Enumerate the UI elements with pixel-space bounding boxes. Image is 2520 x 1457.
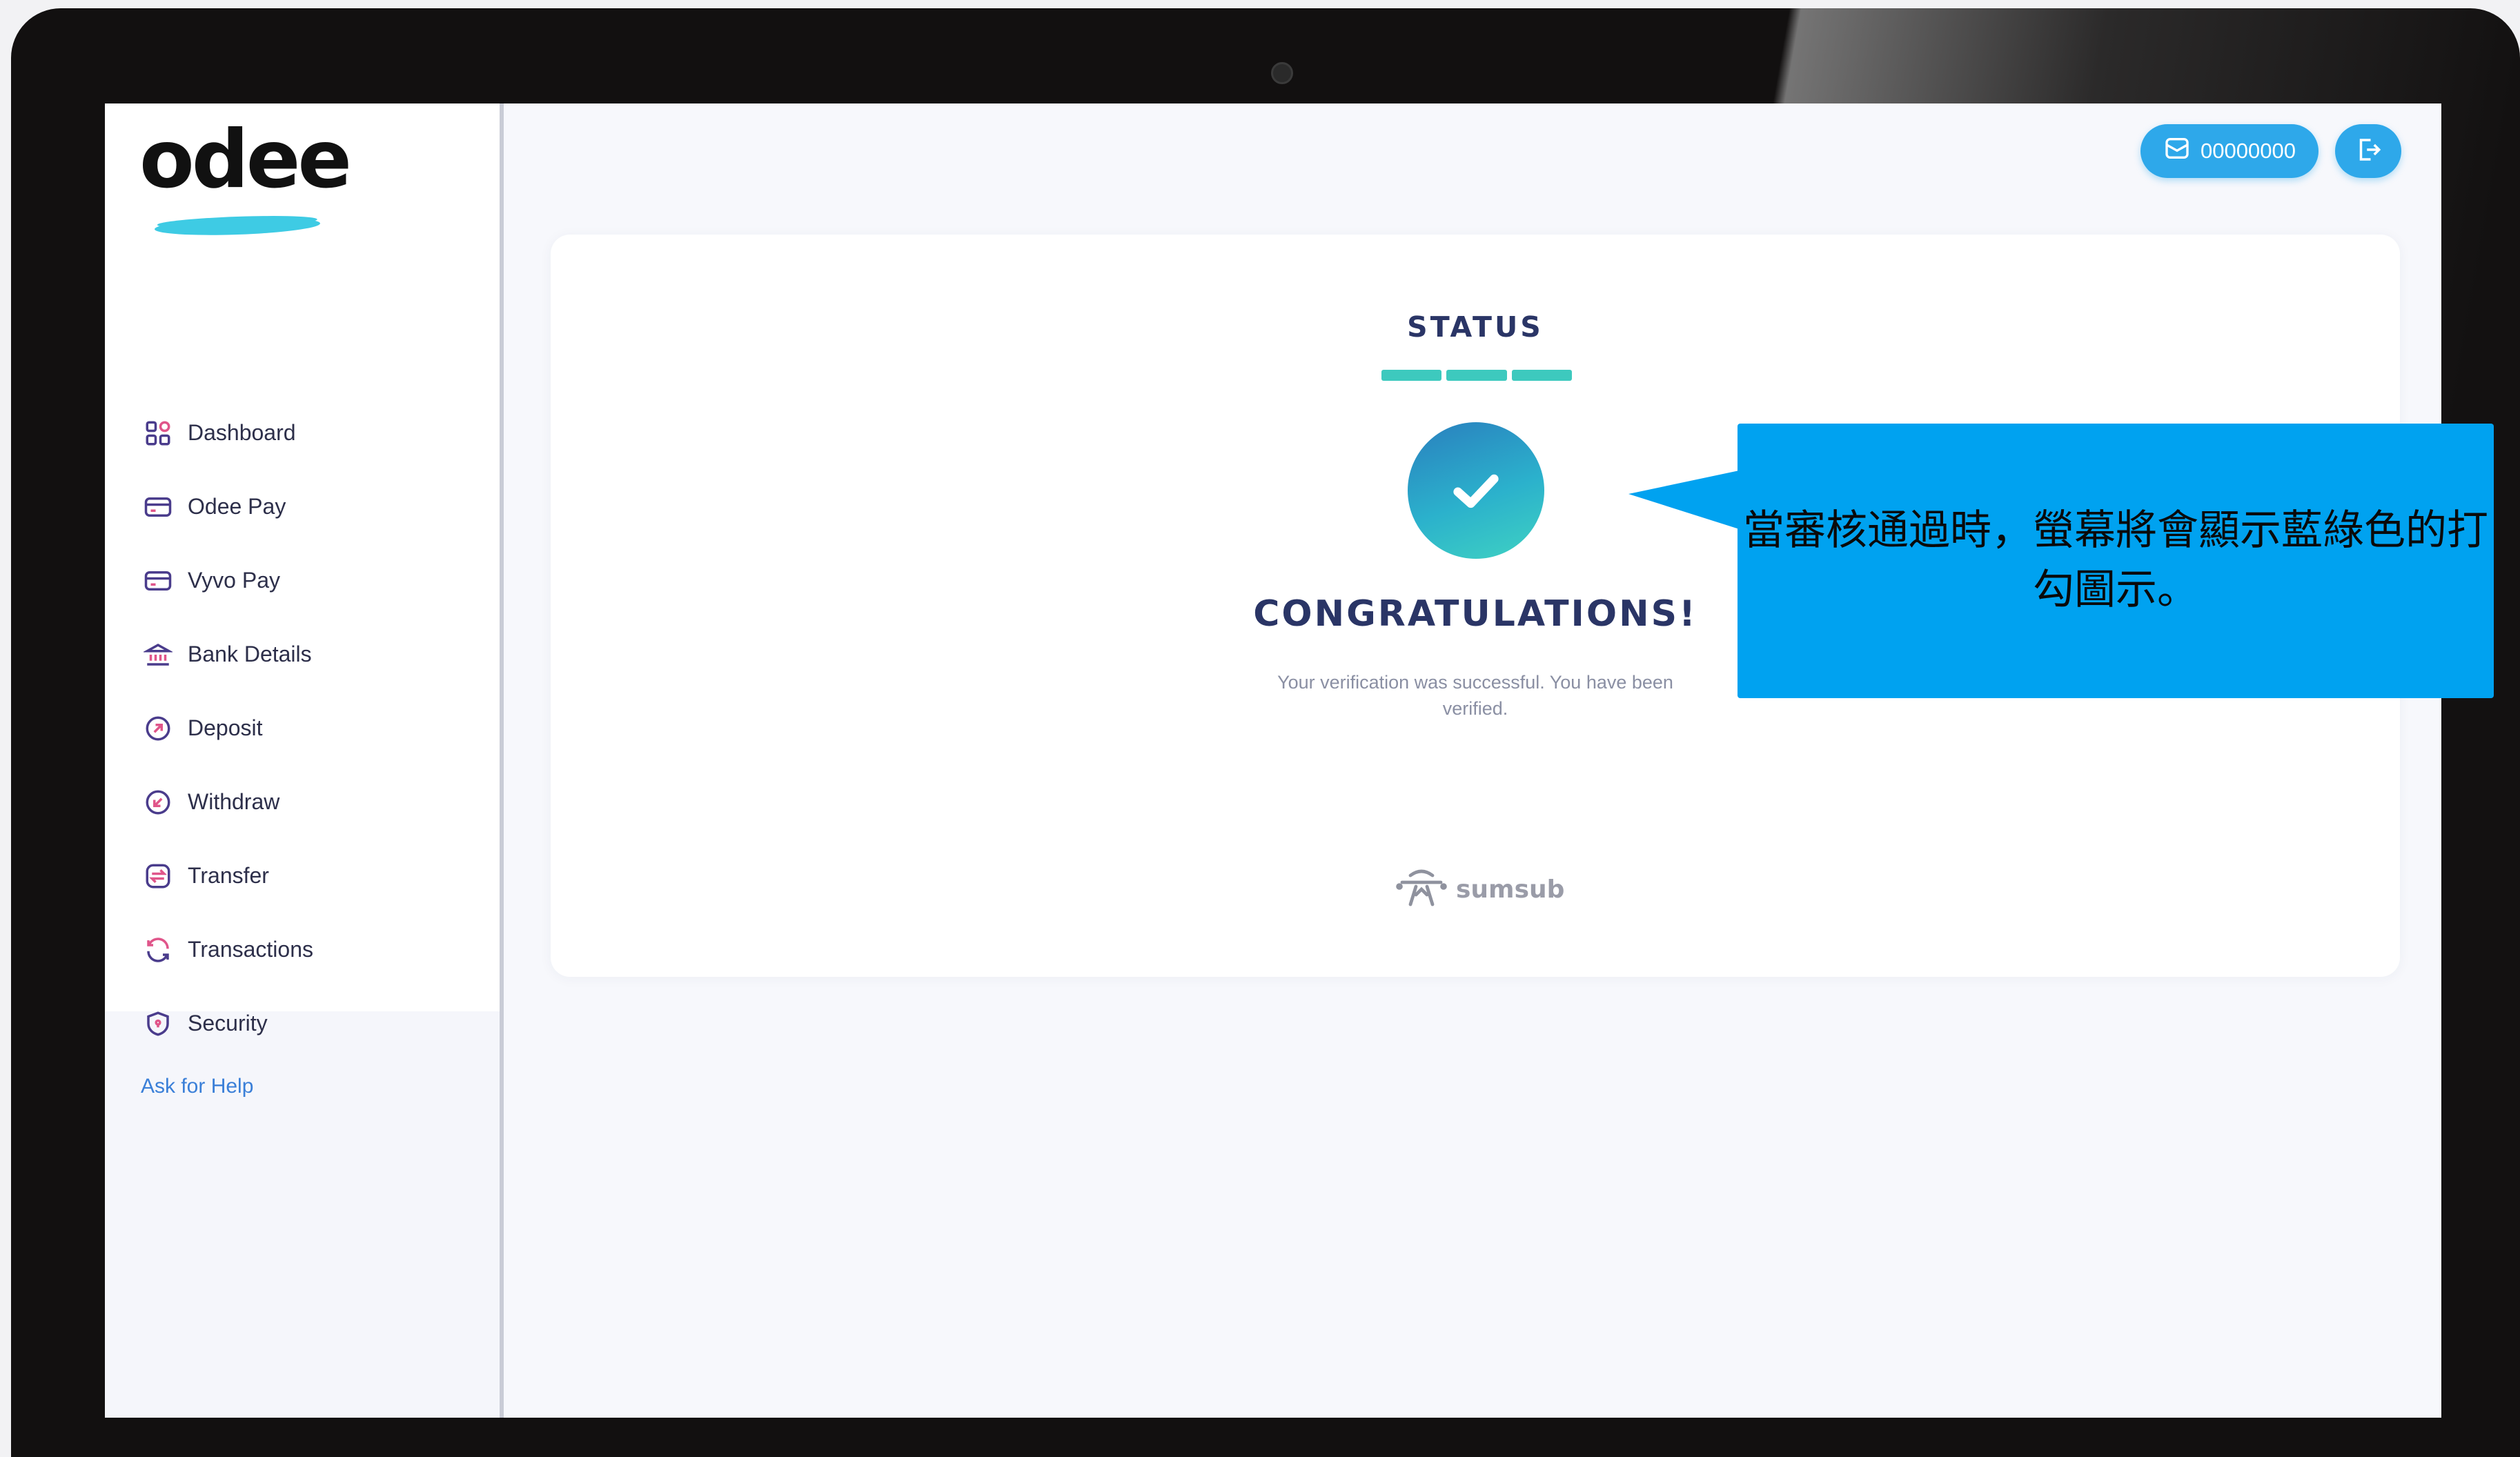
sidebar-item-transfer[interactable]: Transfer (142, 839, 473, 913)
bank-icon (142, 639, 174, 671)
logout-icon (2354, 135, 2383, 168)
sidebar-item-security[interactable]: Security (142, 987, 473, 1060)
webcam (1271, 62, 1293, 84)
sidebar-nav: Dashboard Odee Pay Vyvo Pay Bank Details… (142, 396, 473, 1060)
ask-for-help-link[interactable]: Ask for Help (141, 1075, 253, 1098)
sidebar-item-bank-details[interactable]: Bank Details (142, 617, 473, 691)
logo-text: odee (139, 113, 352, 206)
sidebar-item-label: Security (188, 1011, 268, 1035)
sidebar-item-label: Deposit (188, 715, 263, 740)
status-progress (1381, 370, 1572, 381)
app-screen: odee Dashboard Odee Pay Vyvo Pay Bank De… (105, 103, 2441, 1418)
sidebar-item-vyvo-pay[interactable]: Vyvo Pay (142, 544, 473, 617)
progress-step (1381, 370, 1442, 381)
odee-logo[interactable]: odee (139, 113, 360, 238)
sidebar-item-dashboard[interactable]: Dashboard (142, 396, 473, 470)
verification-message: Your verification was successful. You ha… (1277, 672, 1673, 719)
sidebar-item-transactions[interactable]: Transactions (142, 913, 473, 987)
shield-icon (142, 1008, 174, 1040)
sumsub-logo-icon (1394, 867, 1449, 912)
logout-button[interactable] (2335, 124, 2401, 178)
card-icon (142, 565, 174, 597)
card-icon (142, 491, 174, 523)
status-title: STATUS (1407, 310, 1544, 344)
sidebar: odee Dashboard Odee Pay Vyvo Pay Bank De… (105, 103, 504, 1418)
progress-step (1446, 370, 1507, 381)
wallet-icon (2163, 135, 2201, 168)
dashboard-icon (142, 417, 174, 449)
transfer-icon (142, 860, 174, 892)
sidebar-item-label: Transactions (188, 937, 313, 962)
callout-text: 當審核通過時，螢幕將會顯示藍綠色的打勾圖示。 (1743, 506, 2488, 614)
sidebar-item-withdraw[interactable]: Withdraw (142, 765, 473, 839)
progress-step (1511, 370, 1572, 381)
sidebar-item-label: Vyvo Pay (188, 568, 280, 593)
refresh-icon (142, 934, 174, 966)
account-number: 00000000 (2201, 139, 2296, 163)
success-check-icon (1408, 422, 1544, 559)
sidebar-item-label: Dashboard (188, 420, 296, 445)
sumsub-wordmark: sumsub (1456, 875, 1565, 904)
sumsub-branding: sumsub (1394, 865, 1564, 913)
withdraw-arrow-icon (142, 786, 174, 818)
sidebar-item-odee-pay[interactable]: Odee Pay (142, 470, 473, 544)
sidebar-item-deposit[interactable]: Deposit (142, 691, 473, 765)
sidebar-item-label: Bank Details (188, 642, 312, 666)
annotation-callout: 當審核通過時，螢幕將會顯示藍綠色的打勾圖示。 (1738, 424, 2494, 698)
account-button[interactable]: 00000000 (2140, 124, 2319, 178)
sidebar-item-label: Transfer (188, 863, 269, 888)
sidebar-item-label: Odee Pay (188, 494, 286, 519)
deposit-arrow-icon (142, 713, 174, 744)
sidebar-item-label: Withdraw (188, 789, 280, 814)
callout-pointer (1628, 469, 1746, 531)
